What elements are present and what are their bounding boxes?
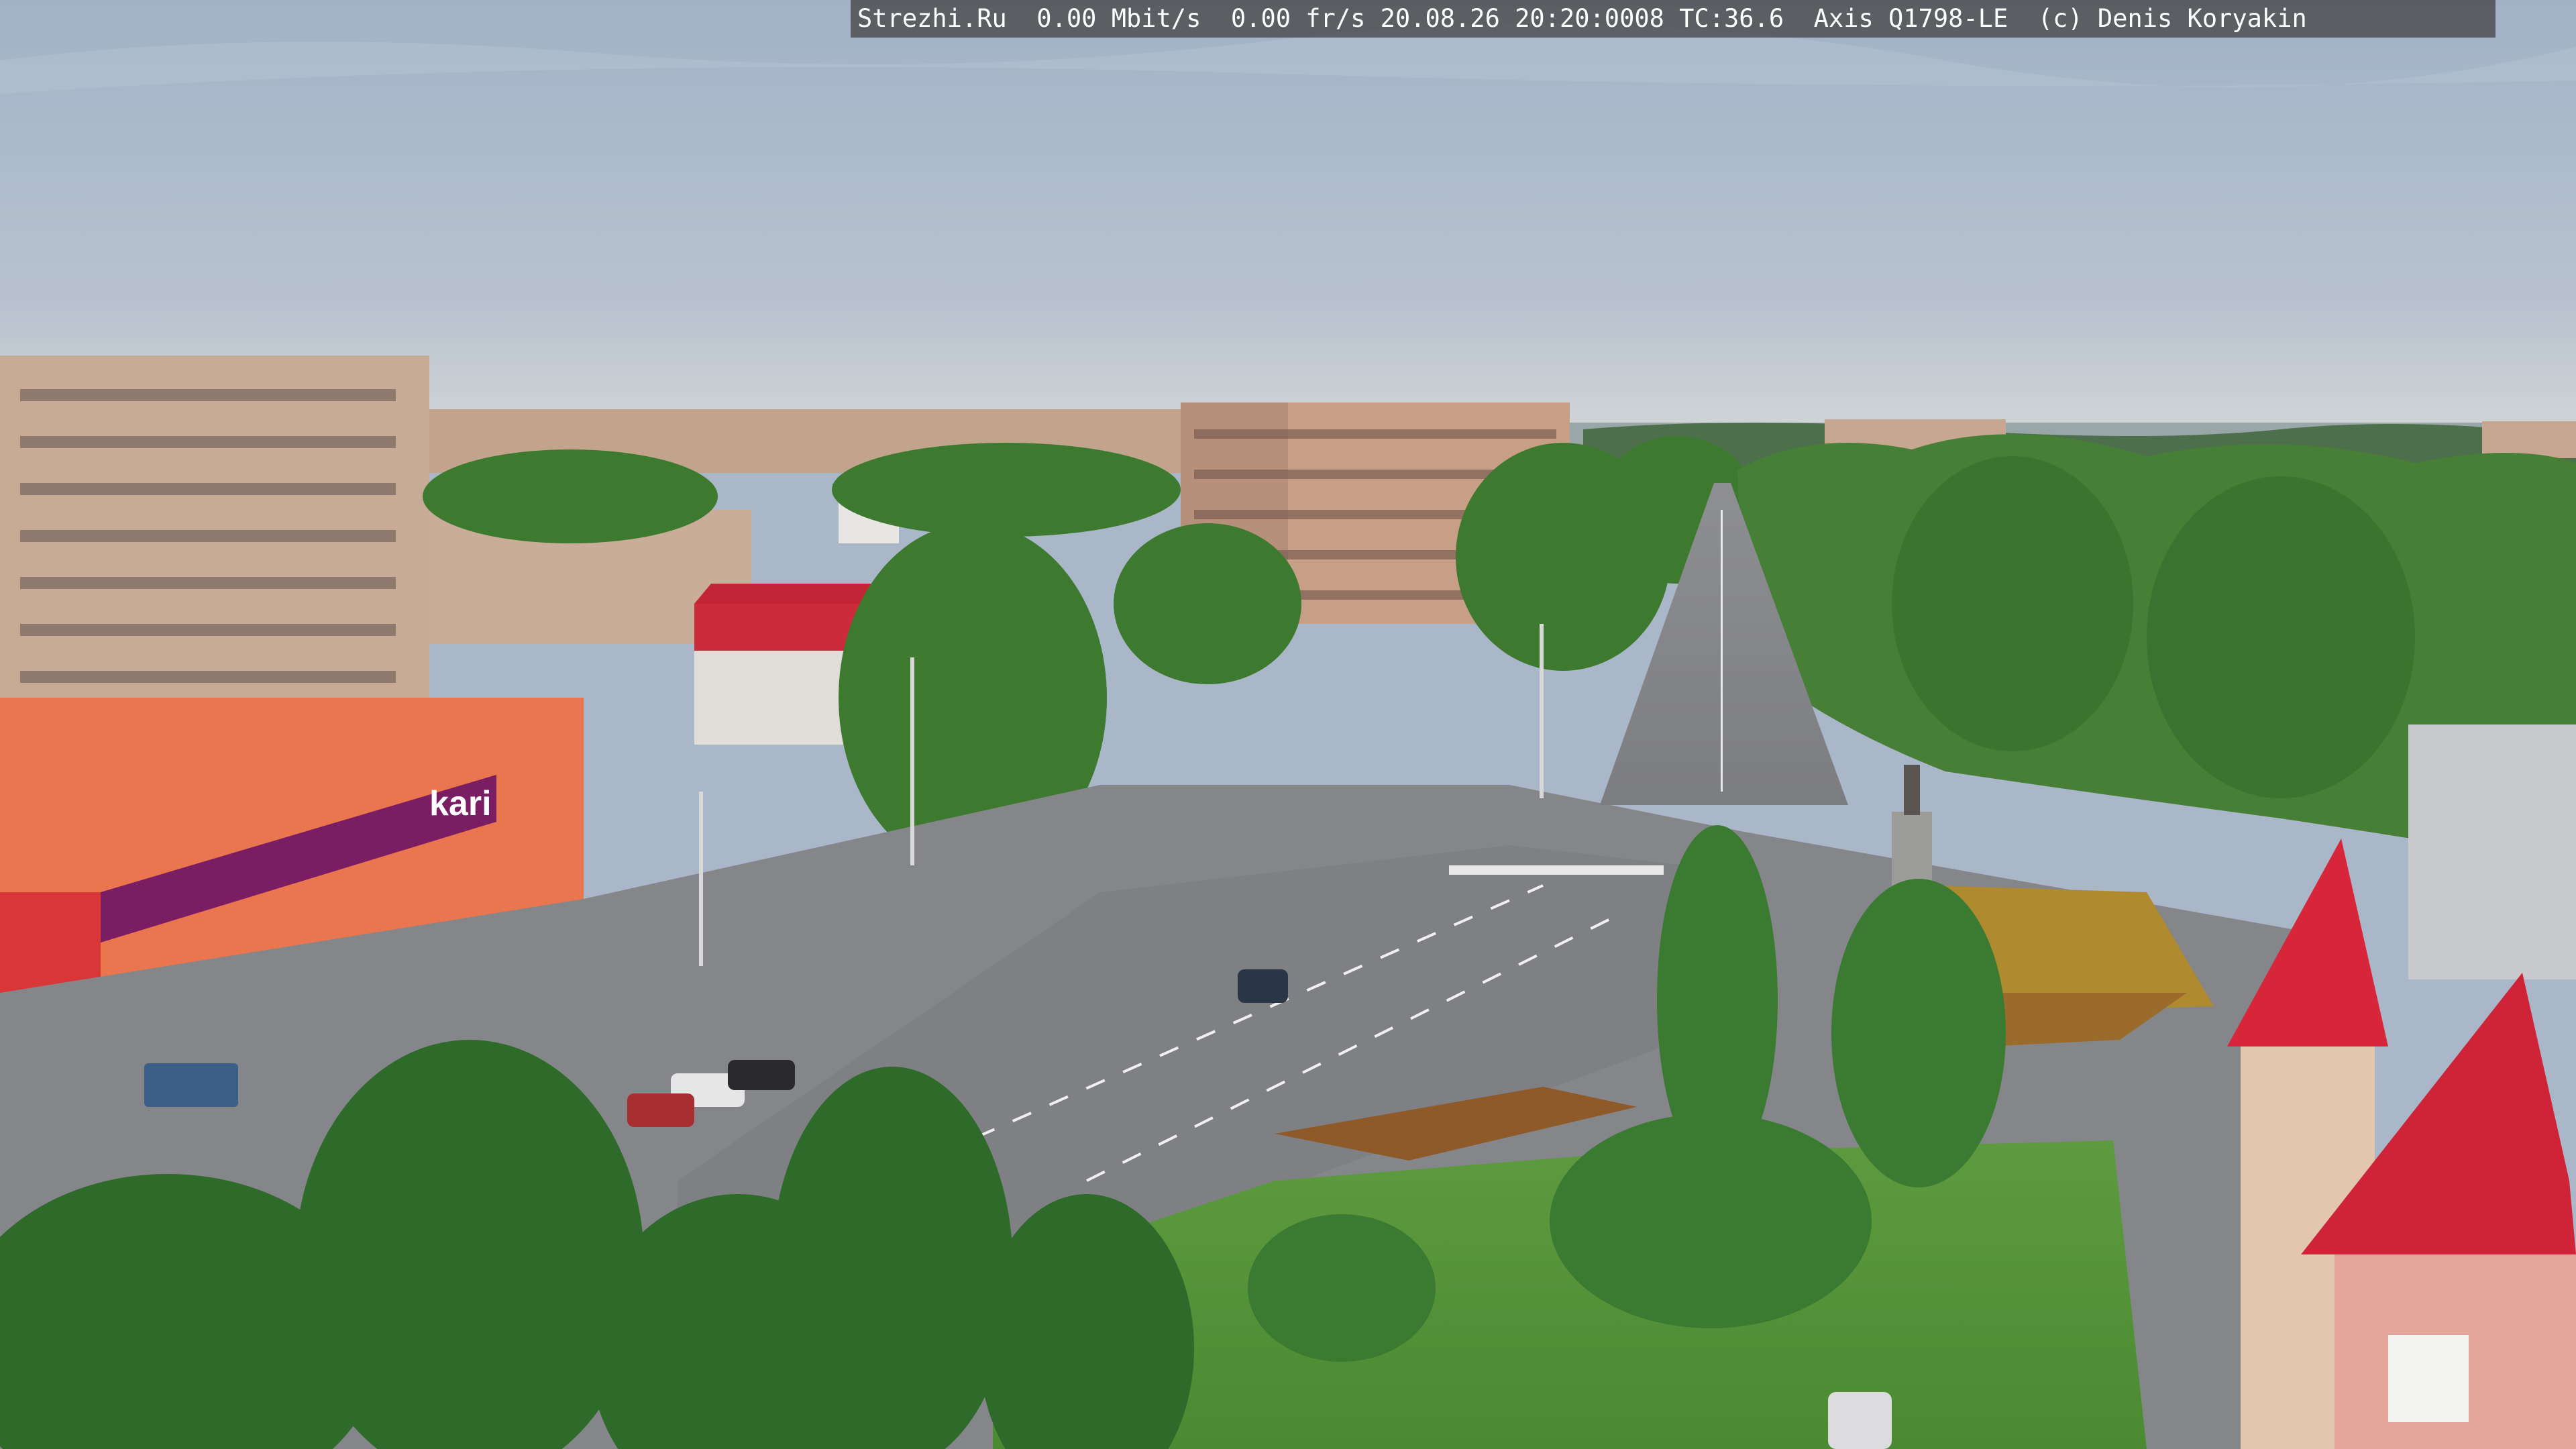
avenue-lane-marks: [1721, 510, 1723, 792]
kari-sign: kari: [429, 784, 492, 823]
car-bottom-white: [1828, 1392, 1892, 1449]
far-building-right: [2482, 421, 2576, 458]
right-grey-building: [2408, 724, 2576, 979]
camera-frame: kari Strezhi.Ru 0.00 Mbit/s 0.00 fr/s 20…: [0, 0, 2576, 1449]
monument-statue: [1904, 765, 1920, 815]
car-parked-dark: [728, 1060, 795, 1090]
car-dark: [1238, 969, 1288, 1003]
city-scene: kari: [0, 0, 2576, 1449]
car-red: [627, 1093, 694, 1127]
truck-blue: [144, 1063, 238, 1107]
camera-osd-overlay: Strezhi.Ru 0.00 Mbit/s 0.00 fr/s 20.08.2…: [851, 0, 2496, 38]
tower-window: [2388, 1335, 2469, 1422]
crosswalk: [1449, 865, 1664, 875]
